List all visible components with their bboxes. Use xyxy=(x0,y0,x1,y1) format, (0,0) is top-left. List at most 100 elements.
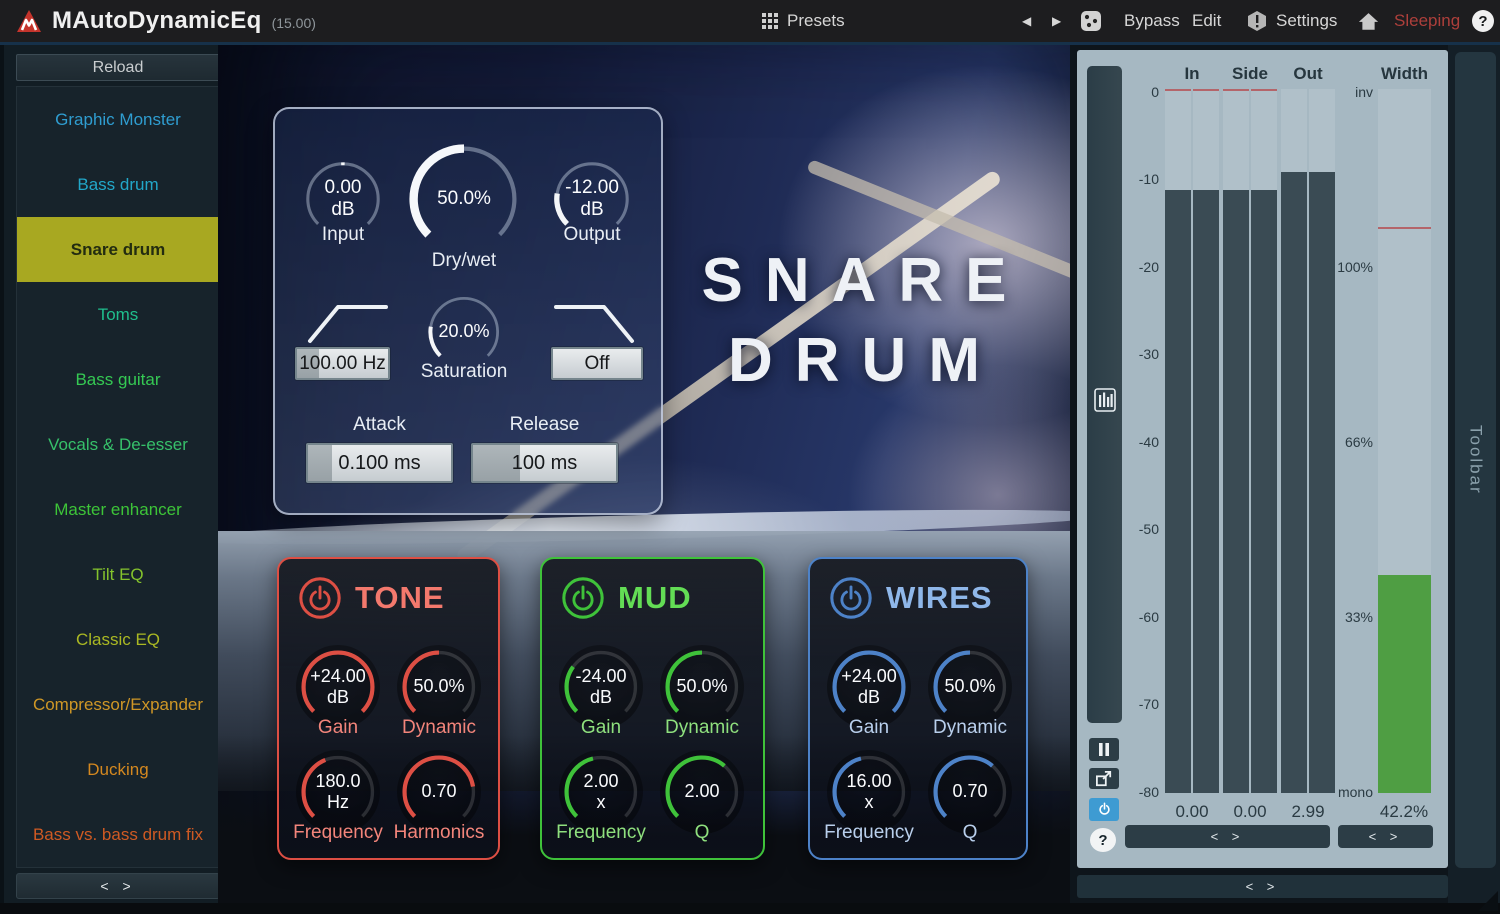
wires-frequency-label: Frequency xyxy=(819,822,919,844)
meter-bottom-scrollbar[interactable]: < > xyxy=(1077,875,1448,898)
mud-gain-label: Gain xyxy=(551,717,651,739)
detach-button[interactable] xyxy=(1089,768,1119,789)
resize-handle[interactable] xyxy=(1478,891,1498,911)
prev-preset-button[interactable]: ◀ xyxy=(1022,0,1031,42)
randomize-button[interactable] xyxy=(1080,0,1102,42)
attack-value-box[interactable]: 0.100 ms xyxy=(306,443,453,483)
meter-header-in: In xyxy=(1165,64,1219,84)
band-card-tone: TONE +24.00 dB 50.0% Gain Dynamic 180.0 … xyxy=(277,557,500,860)
tone-frequency-label: Frequency xyxy=(288,822,388,844)
power-band-icon[interactable] xyxy=(828,575,874,621)
bypass-button[interactable]: Bypass xyxy=(1124,0,1180,42)
attack-label: Attack xyxy=(306,414,453,436)
toolbar-label: Toolbar xyxy=(1466,425,1486,495)
meter-value-side: 0.00 xyxy=(1218,802,1282,822)
melda-logo-icon xyxy=(16,8,42,34)
home-button[interactable] xyxy=(1358,0,1379,42)
meter-bar-side-left xyxy=(1223,89,1249,793)
width-scale-33: 33% xyxy=(1333,609,1373,627)
power-band-icon[interactable] xyxy=(297,575,343,621)
attack-value: 0.100 ms xyxy=(338,452,420,475)
meter-fill xyxy=(1193,190,1219,793)
meters-icon xyxy=(1094,388,1116,412)
preset-item-tilt-eq[interactable]: Tilt EQ xyxy=(17,542,219,607)
edit-button[interactable]: Edit xyxy=(1192,0,1221,42)
meter-bar-width xyxy=(1378,89,1431,793)
preset-item-master-enhancer[interactable]: Master enhancer xyxy=(17,477,219,542)
peak-indicator xyxy=(1193,89,1219,91)
release-label: Release xyxy=(471,414,618,436)
plugin-window: MAutoDynamicEq (15.00) Presets ◀ ▶ Bypas… xyxy=(0,0,1500,914)
reload-button[interactable]: Reload xyxy=(16,54,220,81)
preset-item-toms[interactable]: Toms xyxy=(17,282,219,347)
band-title-mud: MUD xyxy=(618,575,692,621)
band-title-wires: WIRES xyxy=(886,575,993,621)
width-scale-100: 100% xyxy=(1333,259,1373,277)
lowpass-value-box[interactable]: Off xyxy=(551,347,643,380)
meter-help-button[interactable]: ? xyxy=(1090,828,1116,852)
meter-fill xyxy=(1165,190,1191,793)
preset-item-classic-eq[interactable]: Classic EQ xyxy=(17,607,219,672)
highpass-filter-icon xyxy=(302,297,392,347)
settings-button[interactable]: Settings xyxy=(1276,0,1337,42)
sidebar-pager-scrollbar[interactable]: < > xyxy=(16,873,220,899)
presets-button[interactable]: Presets xyxy=(762,0,845,42)
preset-item-snare-drum-selected[interactable]: Snare drum xyxy=(17,217,219,282)
lowpass-value: Off xyxy=(585,353,610,375)
dry-wet-label: Dry/wet xyxy=(404,250,524,272)
pause-button[interactable] xyxy=(1089,738,1119,761)
attack-slider-fill xyxy=(308,445,332,481)
next-preset-button[interactable]: ▶ xyxy=(1052,0,1061,42)
dry-wet-knob[interactable]: 50.0% xyxy=(404,139,524,259)
tone-harmonics-label: Harmonics xyxy=(389,822,489,844)
power-band-icon[interactable] xyxy=(560,575,606,621)
warning-hexagon-icon xyxy=(1246,10,1268,32)
warning-button[interactable] xyxy=(1246,0,1268,42)
band-title-tone: TONE xyxy=(355,575,445,621)
detach-window-icon xyxy=(1095,771,1113,787)
window-bottom-edge xyxy=(0,903,1500,914)
input-gain-label: Input xyxy=(299,224,387,246)
meter-power-button[interactable] xyxy=(1089,798,1119,821)
saturation-knob[interactable]: 20.0% xyxy=(424,292,504,372)
meter-scrollbar-width[interactable]: < > xyxy=(1338,825,1433,848)
mud-dynamic-label: Dynamic xyxy=(652,717,752,739)
preset-item-ducking[interactable]: Ducking xyxy=(17,737,219,802)
highpass-value-box[interactable]: 100.00 Hz xyxy=(295,347,390,380)
preset-item-graphic-monster[interactable]: Graphic Monster xyxy=(17,87,219,152)
power-icon xyxy=(1097,802,1112,817)
scale-tick-20: -20 xyxy=(1127,259,1159,277)
meter-bar-out-left xyxy=(1281,89,1307,793)
peak-indicator xyxy=(1223,89,1249,91)
presets-label: Presets xyxy=(787,11,845,31)
release-value: 100 ms xyxy=(512,452,578,475)
meter-value-width: 42.2% xyxy=(1372,802,1436,822)
release-value-box[interactable]: 100 ms xyxy=(471,443,618,483)
preset-item-bass-drum[interactable]: Bass drum xyxy=(17,152,219,217)
mud-q-label: Q xyxy=(652,822,752,844)
preset-item-bass-vs-bass-drum[interactable]: Bass vs. bass drum fix xyxy=(17,802,219,867)
tone-dynamic-label: Dynamic xyxy=(389,717,489,739)
meter-bar-in-left xyxy=(1165,89,1191,793)
scale-tick-40: -40 xyxy=(1127,434,1159,452)
preset-list: Graphic Monster Bass drum Snare drum Tom… xyxy=(16,86,220,868)
preset-item-bass-guitar[interactable]: Bass guitar xyxy=(17,347,219,412)
meter-zoom-slider[interactable] xyxy=(1087,66,1122,723)
hero-title: SNARE DRUM xyxy=(665,241,1065,401)
preset-item-compressor-expander[interactable]: Compressor/Expander xyxy=(17,672,219,737)
help-button[interactable]: ? xyxy=(1472,0,1494,42)
band-card-mud: MUD -24.00 dB 50.0% Gain Dynamic 2.00 x … xyxy=(540,557,765,860)
scale-tick-60: -60 xyxy=(1127,609,1159,627)
hero-line-2: DRUM xyxy=(665,321,1065,401)
highpass-value: 100.00 Hz xyxy=(299,353,386,375)
meter-bar-in-right xyxy=(1193,89,1219,793)
sleeping-status[interactable]: Sleeping xyxy=(1394,0,1460,42)
output-gain-label: Output xyxy=(548,224,636,246)
preset-item-vocals-deesser[interactable]: Vocals & De-esser xyxy=(17,412,219,477)
saturation-label: Saturation xyxy=(394,361,534,383)
meter-header-out: Out xyxy=(1281,64,1335,84)
toolbar-strip[interactable]: Toolbar xyxy=(1455,52,1496,868)
meter-bar-out-right xyxy=(1309,89,1335,793)
meter-scrollbar-main[interactable]: < > xyxy=(1125,825,1330,848)
scale-tick-0: 0 xyxy=(1127,84,1159,102)
